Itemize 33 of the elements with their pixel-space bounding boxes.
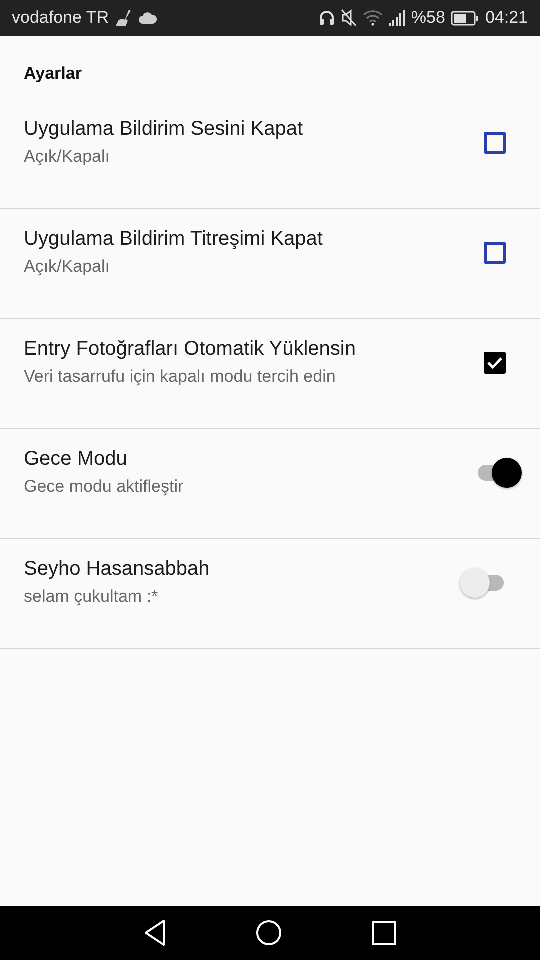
home-icon[interactable] [256,920,282,946]
check-icon [487,356,503,368]
setting-title: Entry Fotoğrafları Otomatik Yüklensin [24,338,357,361]
setting-title: Uygulama Bildirim Sesini Kapat [24,118,304,141]
setting-summary: Açık/Kapalı [24,147,111,167]
settings-row[interactable]: Uygulama Bildirim Sesini Kapat Açık/Kapalı [0,99,540,209]
checkbox[interactable] [484,132,506,154]
settings-row[interactable]: Gece Modu Gece modu aktifleştir [0,429,540,539]
setting-title: Gece Modu [24,448,128,471]
wifi-icon [363,10,384,26]
setting-summary: Veri tasarrufu için kapalı modu tercih edin [24,367,337,387]
clock-time: 04:21 [485,8,528,28]
back-icon[interactable] [144,920,166,946]
settings-row[interactable]: Entry Fotoğrafları Otomatik Yüklensin Veri tasarrufu için kapalı modu tercih edin [0,319,540,429]
headphones-icon [319,10,336,26]
signal-icon [389,10,406,26]
battery-icon [451,10,480,26]
setting-title: Uygulama Bildirim Titreşimi Kapat [24,228,324,251]
checkbox[interactable] [484,242,506,264]
mute-icon [341,9,358,27]
cloud-icon [139,12,158,24]
setting-summary: Gece modu aktifleştir [24,477,185,497]
recents-icon[interactable] [372,921,396,945]
setting-title: Seyho Hasansabbah [24,558,211,581]
section-header: Ayarlar [23,63,83,85]
settings-row[interactable]: Seyho Hasansabbah selam çukultam :* [0,539,540,649]
checkbox[interactable] [484,352,506,374]
broom-icon [115,10,134,26]
battery-percent: %58 [411,8,446,28]
carrier-name: vodafone TR [12,8,110,28]
settings-row[interactable]: Uygulama Bildirim Titreşimi Kapat Açık/Kapalı [0,209,540,319]
setting-summary: Açık/Kapalı [24,257,111,277]
setting-summary: selam çukultam :* [24,587,160,607]
